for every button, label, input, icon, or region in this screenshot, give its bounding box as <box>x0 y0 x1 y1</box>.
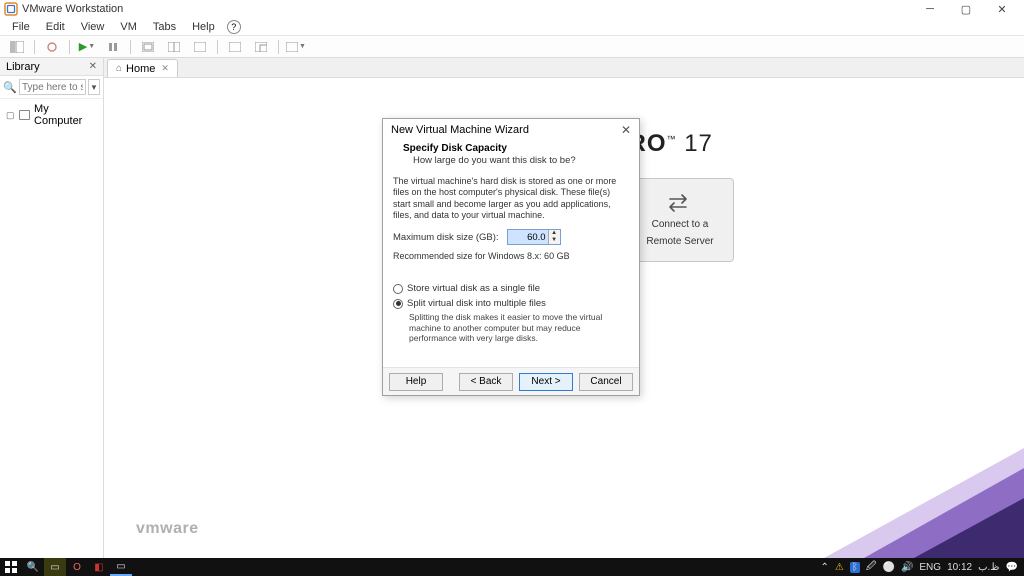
library-title: Library <box>6 61 40 73</box>
fullscreen-button[interactable] <box>224 38 246 56</box>
max-disk-size-label: Maximum disk size (GB): <box>393 232 499 243</box>
dialog-paragraph: The virtual machine's hard disk is store… <box>393 176 629 221</box>
search-icon: 🔍 <box>3 81 17 94</box>
tray-bluetooth-icon[interactable]: ᛒ <box>850 562 860 573</box>
tray-language[interactable]: ENG <box>919 562 941 573</box>
menu-vm[interactable]: VM <box>112 19 145 35</box>
menu-edit[interactable]: Edit <box>38 19 73 35</box>
tree-item-my-computer[interactable]: ▢ My Computer <box>0 99 103 131</box>
menu-tabs[interactable]: Tabs <box>145 19 184 35</box>
expand-icon[interactable]: ▢ <box>6 110 15 121</box>
home-icon: ⌂ <box>116 63 122 74</box>
radio-split-files[interactable]: Split virtual disk into multiple files <box>393 298 629 309</box>
cancel-button[interactable]: Cancel <box>579 373 633 391</box>
dialog-close-button[interactable]: ✕ <box>621 123 631 137</box>
close-button[interactable]: ✕ <box>984 1 1020 17</box>
tray-wifi-icon[interactable]: ⚪ <box>882 562 894 573</box>
chevron-down-icon[interactable]: ▼ <box>299 43 306 50</box>
taskbar-app-opera[interactable]: O <box>66 558 88 576</box>
decorative-triangle <box>914 498 1024 558</box>
notifications-icon[interactable]: 💬 <box>1006 562 1018 573</box>
dialog-title: New Virtual Machine Wizard <box>391 124 529 136</box>
menu-help[interactable]: Help <box>184 19 223 35</box>
tab-strip: ⌂ Home ✕ <box>104 58 1024 78</box>
close-panel-icon[interactable]: ✕ <box>89 61 97 72</box>
suspend-button[interactable] <box>102 38 124 56</box>
toolbar: ▶▼ ▼ <box>0 36 1024 58</box>
taskbar-app-vmware[interactable]: ▭ <box>110 558 132 576</box>
tray-usb-icon[interactable]: 🖉 <box>866 559 877 576</box>
radio-button[interactable] <box>393 284 403 294</box>
tab-label: Home <box>126 63 155 75</box>
vmware-icon <box>4 2 18 16</box>
tab-close-icon[interactable]: ✕ <box>161 63 169 74</box>
power-off-icon[interactable] <box>41 38 63 56</box>
max-disk-size-input[interactable] <box>508 230 548 244</box>
recommended-size-text: Recommended size for Windows 8.x: 60 GB <box>393 251 629 261</box>
snapshot-button[interactable] <box>137 38 159 56</box>
chevron-down-icon[interactable]: ▼ <box>88 43 95 50</box>
library-search-input[interactable] <box>19 79 86 95</box>
search-button[interactable]: 🔍 <box>22 558 44 576</box>
radio-button-selected[interactable] <box>393 299 403 309</box>
library-header: Library ✕ <box>0 58 103 76</box>
revert-button[interactable] <box>189 38 211 56</box>
split-note-text: Splitting the disk makes it easier to mo… <box>393 309 629 344</box>
spin-down-button[interactable]: ▼ <box>549 237 560 244</box>
computer-icon <box>19 110 31 120</box>
start-button[interactable] <box>0 558 22 576</box>
radio-label: Store virtual disk as a single file <box>407 283 540 294</box>
maximize-button[interactable]: ▢ <box>948 1 984 17</box>
help-bubble-icon[interactable]: ? <box>227 20 241 34</box>
tile-connect-server[interactable]: Connect to a Remote Server <box>626 178 734 262</box>
window-titlebar: VMware Workstation ─ ▢ ✕ <box>0 0 1024 18</box>
library-panel: Library ✕ 🔍 ▼ ▢ My Computer <box>0 58 104 558</box>
tray-ampm: ظ.ب <box>978 562 999 573</box>
max-disk-size-spinner[interactable]: ▲▼ <box>507 229 561 245</box>
new-vm-wizard-dialog: New Virtual Machine Wizard ✕ Specify Dis… <box>382 118 640 396</box>
dialog-subheading: How large do you want this disk to be? <box>403 155 619 166</box>
tray-warning-icon[interactable]: ⚠ <box>835 562 844 573</box>
radio-single-file[interactable]: Store virtual disk as a single file <box>393 283 629 294</box>
unity-button[interactable] <box>250 38 272 56</box>
power-on-button[interactable]: ▶▼ <box>76 38 98 56</box>
menu-bar: File Edit View VM Tabs Help ? <box>0 18 1024 36</box>
tab-home[interactable]: ⌂ Home ✕ <box>107 59 178 77</box>
menu-file[interactable]: File <box>4 19 38 35</box>
taskbar-app-explorer[interactable]: ▭ <box>44 558 66 576</box>
back-button[interactable]: < Back <box>459 373 513 391</box>
window-title: VMware Workstation <box>22 3 123 15</box>
radio-label: Split virtual disk into multiple files <box>407 298 546 309</box>
tray-clock[interactable]: 10:12 <box>947 562 972 573</box>
vmware-logo: vmware <box>136 520 199 538</box>
thumbnail-button[interactable]: ▼ <box>285 38 307 56</box>
dialog-heading: Specify Disk Capacity <box>403 143 619 154</box>
tree-item-label: My Computer <box>34 103 97 127</box>
help-button[interactable]: Help <box>389 373 443 391</box>
next-button[interactable]: Next > <box>519 373 573 391</box>
snapshot-manager-button[interactable] <box>163 38 185 56</box>
tile-label-line2: Remote Server <box>646 236 713 247</box>
connect-server-icon <box>666 193 694 213</box>
tile-label-line1: Connect to a <box>652 219 709 230</box>
tray-volume-icon[interactable]: 🔊 <box>901 562 913 573</box>
system-tray: ⌃ ⚠ ᛒ 🖉 ⚪ 🔊 ENG 10:12 ظ.ب 💬 <box>820 559 1024 576</box>
spin-up-button[interactable]: ▲ <box>549 230 560 237</box>
tray-chevron-icon[interactable]: ⌃ <box>820 562 828 573</box>
windows-taskbar: 🔍 ▭ O ◧ ▭ ⌃ ⚠ ᛒ 🖉 ⚪ 🔊 ENG 10:12 ظ.ب 💬 <box>0 558 1024 576</box>
taskbar-app-obs[interactable]: ◧ <box>88 558 110 576</box>
search-dropdown-button[interactable]: ▼ <box>88 79 100 95</box>
minimize-button[interactable]: ─ <box>912 1 948 17</box>
library-toggle-button[interactable] <box>6 38 28 56</box>
menu-view[interactable]: View <box>73 19 113 35</box>
